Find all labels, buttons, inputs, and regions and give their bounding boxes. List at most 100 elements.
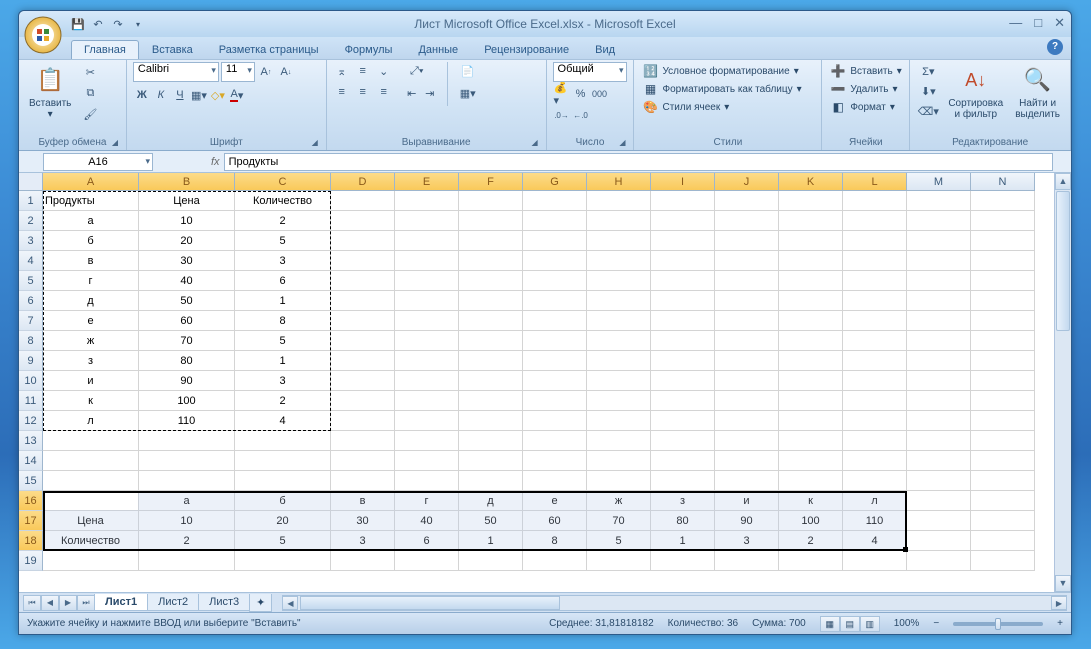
cell[interactable]: Цена [43, 511, 139, 531]
align-top-icon[interactable]: ⌅ [333, 62, 351, 80]
row-header[interactable]: 3 [19, 231, 43, 251]
cell[interactable] [395, 231, 459, 251]
cell[interactable]: Цена [139, 191, 235, 211]
cell[interactable] [651, 371, 715, 391]
format-cells-button[interactable]: ◧Формат▾ [828, 98, 903, 116]
cell[interactable] [715, 331, 779, 351]
cell[interactable] [651, 471, 715, 491]
new-sheet-button[interactable]: ✦ [249, 594, 272, 612]
cell[interactable] [779, 291, 843, 311]
cell[interactable] [523, 351, 587, 371]
cell[interactable] [523, 291, 587, 311]
launcher-icon[interactable]: ◢ [617, 138, 627, 148]
cell[interactable] [523, 191, 587, 211]
row-header[interactable]: 11 [19, 391, 43, 411]
cell[interactable] [843, 271, 907, 291]
cell-styles-button[interactable]: 🎨Стили ячеек▾ [640, 98, 803, 116]
cell[interactable] [139, 471, 235, 491]
cell[interactable] [779, 231, 843, 251]
cell[interactable] [587, 371, 651, 391]
first-sheet-icon[interactable]: ⏮ [23, 595, 41, 611]
scroll-up-icon[interactable]: ▲ [1055, 173, 1071, 190]
cell[interactable] [523, 371, 587, 391]
cell[interactable] [779, 371, 843, 391]
office-button[interactable] [23, 15, 63, 55]
cell[interactable]: 30 [139, 251, 235, 271]
cell[interactable] [715, 451, 779, 471]
cell[interactable]: 40 [395, 511, 459, 531]
cell[interactable]: 3 [235, 371, 331, 391]
clear-icon[interactable]: ⌫▾ [916, 102, 940, 120]
row-header[interactable]: 2 [19, 211, 43, 231]
cell[interactable]: д [43, 291, 139, 311]
cell[interactable]: к [779, 491, 843, 511]
column-header[interactable]: A [43, 173, 139, 191]
cell[interactable] [395, 471, 459, 491]
cell[interactable] [395, 311, 459, 331]
cell[interactable] [139, 451, 235, 471]
cell[interactable] [651, 391, 715, 411]
cell[interactable] [779, 311, 843, 331]
cell[interactable]: г [43, 271, 139, 291]
column-header[interactable]: N [971, 173, 1035, 191]
cut-icon[interactable]: ✂ [79, 62, 101, 82]
cell[interactable] [523, 211, 587, 231]
cell[interactable]: а [43, 211, 139, 231]
cell[interactable] [235, 551, 331, 571]
cell[interactable] [395, 191, 459, 211]
column-header[interactable]: G [523, 173, 587, 191]
cell[interactable] [587, 311, 651, 331]
cell[interactable] [971, 231, 1035, 251]
cell[interactable]: и [715, 491, 779, 511]
column-header[interactable]: F [459, 173, 523, 191]
orientation-icon[interactable]: ⤢▾ [403, 62, 431, 80]
cell[interactable] [779, 191, 843, 211]
cell[interactable] [587, 451, 651, 471]
zoom-in-icon[interactable]: + [1057, 618, 1063, 629]
vertical-scrollbar[interactable]: ▲ ▼ [1054, 173, 1071, 592]
cell[interactable] [523, 311, 587, 331]
cell[interactable]: 2 [235, 211, 331, 231]
cell[interactable]: 30 [331, 511, 395, 531]
cell[interactable] [331, 251, 395, 271]
cell[interactable] [459, 451, 523, 471]
cell[interactable]: 1 [459, 531, 523, 551]
cell[interactable] [235, 451, 331, 471]
cell[interactable] [395, 551, 459, 571]
cell[interactable] [587, 211, 651, 231]
page-break-icon[interactable]: ▥ [860, 616, 880, 632]
cell[interactable]: 20 [139, 231, 235, 251]
cell[interactable] [907, 251, 971, 271]
cell[interactable]: 50 [139, 291, 235, 311]
cell[interactable] [395, 251, 459, 271]
cell[interactable]: 80 [651, 511, 715, 531]
row-header[interactable]: 12 [19, 411, 43, 431]
grow-font-icon[interactable]: A↑ [257, 63, 275, 81]
underline-button[interactable]: Ч [171, 86, 189, 104]
percent-icon[interactable]: % [572, 85, 590, 103]
cell[interactable] [395, 451, 459, 471]
cell[interactable] [971, 371, 1035, 391]
cell[interactable]: л [43, 411, 139, 431]
cell[interactable] [971, 491, 1035, 511]
align-right-icon[interactable]: ≡ [375, 83, 393, 101]
cell[interactable] [843, 411, 907, 431]
cell[interactable] [395, 331, 459, 351]
cell[interactable] [395, 291, 459, 311]
cell[interactable]: Продукты [43, 491, 139, 511]
cell[interactable] [43, 431, 139, 451]
cell[interactable] [715, 211, 779, 231]
zoom-out-icon[interactable]: − [933, 618, 939, 629]
cell[interactable] [779, 411, 843, 431]
cell[interactable] [907, 191, 971, 211]
cell[interactable] [651, 411, 715, 431]
cell[interactable] [587, 411, 651, 431]
row-header[interactable]: 16 [19, 491, 43, 511]
cell[interactable] [395, 371, 459, 391]
cell[interactable] [331, 551, 395, 571]
cell[interactable]: 5 [235, 531, 331, 551]
redo-icon[interactable]: ↷ [109, 15, 127, 33]
minimize-button[interactable]: — [1009, 15, 1022, 31]
launcher-icon[interactable]: ◢ [110, 138, 120, 148]
sort-filter-button[interactable]: A↓ Сортировка и фильтр [944, 62, 1007, 122]
